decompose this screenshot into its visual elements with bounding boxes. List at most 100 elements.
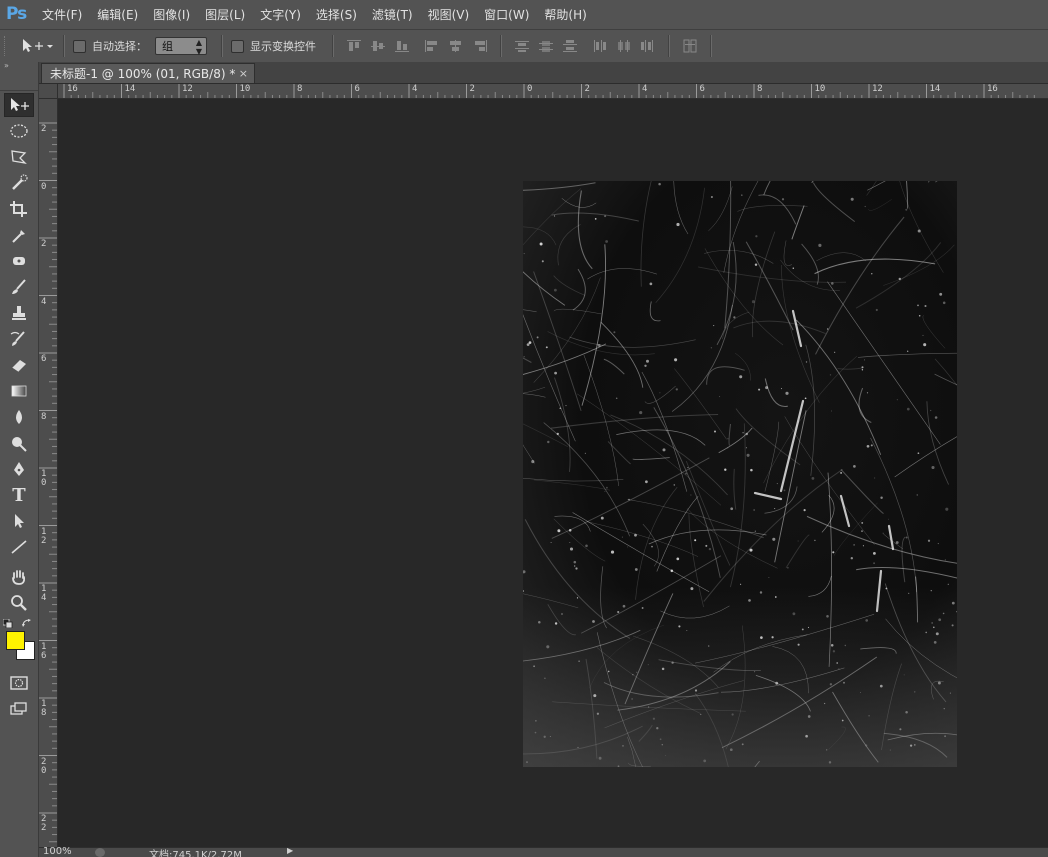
document-tab[interactable]: 未标题-1 @ 100% (01, RGB/8) * × [41, 63, 255, 83]
dust-speck [541, 260, 544, 263]
distribute-right-icon[interactable] [636, 35, 660, 57]
ruler-origin[interactable] [39, 84, 58, 99]
menu-edit[interactable]: 编辑(E) [97, 6, 138, 23]
line-tool-icon[interactable] [4, 535, 34, 559]
dust-speck [707, 645, 710, 647]
pen-tool-icon[interactable] [4, 457, 34, 481]
dust-speck [741, 743, 744, 746]
dust-speck [727, 438, 729, 440]
align-right-edges-icon[interactable] [468, 35, 492, 57]
close-icon[interactable]: × [239, 64, 248, 84]
tools-panel-grip[interactable] [0, 70, 38, 91]
zoom-tool-icon[interactable] [4, 591, 34, 615]
status-info-icon[interactable] [95, 848, 105, 857]
align-top-edges-icon[interactable] [342, 35, 366, 57]
tool-preset-picker[interactable] [19, 35, 55, 57]
show-transform-label: 显示变换控件 [250, 40, 316, 53]
dust-speck [805, 734, 808, 738]
menu-layer[interactable]: 图层(L) [205, 6, 245, 23]
swap-colors-icon[interactable] [22, 619, 32, 628]
distribute-top-icon[interactable] [510, 35, 534, 57]
dust-speck [866, 392, 869, 394]
quick-mask-icon[interactable] [4, 671, 34, 695]
auto-select-dropdown[interactable]: 组 ▲ ▼ [155, 37, 207, 56]
menu-view[interactable]: 视图(V) [428, 6, 470, 23]
vertical-ruler[interactable]: 20246810121416182022 [39, 99, 58, 847]
hand-tool-icon[interactable] [4, 565, 34, 589]
dust-speck [792, 612, 796, 616]
scratch-line [821, 494, 835, 533]
type-tool-icon[interactable]: T [4, 483, 34, 507]
distribute-horizontal-centers-icon[interactable] [612, 35, 636, 57]
dust-speck [754, 530, 756, 532]
align-vertical-centers-icon[interactable] [366, 35, 390, 57]
menu-image[interactable]: 图像(I) [153, 6, 190, 23]
options-bar-grip[interactable] [4, 36, 11, 56]
vertical-ruler-label: 22 [41, 814, 47, 833]
polygonal-lasso-tool-icon[interactable] [4, 145, 34, 169]
menu-type[interactable]: 文字(Y) [260, 6, 301, 23]
scratch-line [857, 352, 957, 358]
document-canvas[interactable] [523, 181, 957, 767]
eyedropper-tool-icon[interactable] [4, 223, 34, 247]
history-brush-tool-icon[interactable] [4, 327, 34, 351]
dust-speck [895, 541, 899, 544]
screen-mode-icon[interactable] [4, 697, 34, 721]
scratch-line [856, 566, 957, 579]
dodge-tool-icon[interactable] [4, 431, 34, 455]
dust-speck [830, 282, 834, 285]
scratch-line [576, 393, 722, 506]
scratch-line [815, 216, 905, 355]
menu-file[interactable]: 文件(F) [42, 6, 82, 23]
foreground-color-swatch[interactable] [6, 631, 25, 650]
dust-speck [719, 396, 721, 398]
spot-healing-brush-tool-icon[interactable] [4, 249, 34, 273]
scratch-line [523, 393, 546, 398]
canvas-workspace[interactable] [58, 99, 1048, 847]
blur-tool-icon[interactable] [4, 405, 34, 429]
quick-selection-tool-icon[interactable] [4, 171, 34, 195]
auto-select-checkbox[interactable] [73, 39, 86, 53]
tools-collapse-icon[interactable]: » [0, 62, 38, 70]
dust-speck [861, 369, 864, 371]
brush-tool-icon[interactable] [4, 275, 34, 299]
highlight-streak [875, 569, 883, 613]
show-transform-checkbox[interactable] [231, 39, 244, 53]
auto-align-layers-icon[interactable] [678, 35, 702, 57]
dust-speck [565, 405, 567, 407]
scratch-line [935, 181, 938, 183]
dust-speck [661, 667, 665, 671]
dust-speck [787, 566, 789, 569]
crop-tool-icon[interactable] [4, 197, 34, 221]
move-tool-preset-icon [23, 39, 53, 52]
dust-speck [826, 615, 829, 618]
dust-speck [804, 397, 807, 400]
distribute-vertical-centers-icon[interactable] [534, 35, 558, 57]
gradient-tool-icon[interactable] [4, 379, 34, 403]
align-horizontal-centers-icon[interactable] [444, 35, 468, 57]
menu-help[interactable]: 帮助(H) [544, 6, 586, 23]
dust-speck [545, 346, 548, 349]
color-swatches [0, 619, 38, 667]
status-menu-arrow-icon[interactable]: ▶ [287, 846, 293, 855]
elliptical-marquee-tool-icon[interactable] [4, 119, 34, 143]
align-bottom-edges-icon[interactable] [390, 35, 414, 57]
menu-window[interactable]: 窗口(W) [484, 6, 529, 23]
scratch-line [755, 675, 811, 712]
scratch-line [624, 593, 674, 705]
menu-filter[interactable]: 滤镜(T) [372, 6, 413, 23]
clone-stamp-tool-icon[interactable] [4, 301, 34, 325]
dust-speck [927, 539, 931, 542]
distribute-left-icon[interactable] [588, 35, 612, 57]
vertical-ruler-label: 12 [41, 526, 47, 546]
path-selection-tool-icon[interactable] [4, 509, 34, 533]
eraser-tool-icon[interactable] [4, 353, 34, 377]
default-colors-icon[interactable] [3, 619, 13, 628]
align-left-edges-icon[interactable] [420, 35, 444, 57]
move-tool-icon[interactable] [4, 93, 34, 117]
zoom-level[interactable]: 100% [43, 846, 72, 857]
menu-select[interactable]: 选择(S) [316, 6, 357, 23]
horizontal-ruler[interactable]: 16 14 12 10 8 6 4 2 0 2 4 6 8 10 12 14 16 [58, 84, 1048, 99]
distribute-bottom-icon[interactable] [558, 35, 582, 57]
dust-speck [875, 308, 878, 312]
